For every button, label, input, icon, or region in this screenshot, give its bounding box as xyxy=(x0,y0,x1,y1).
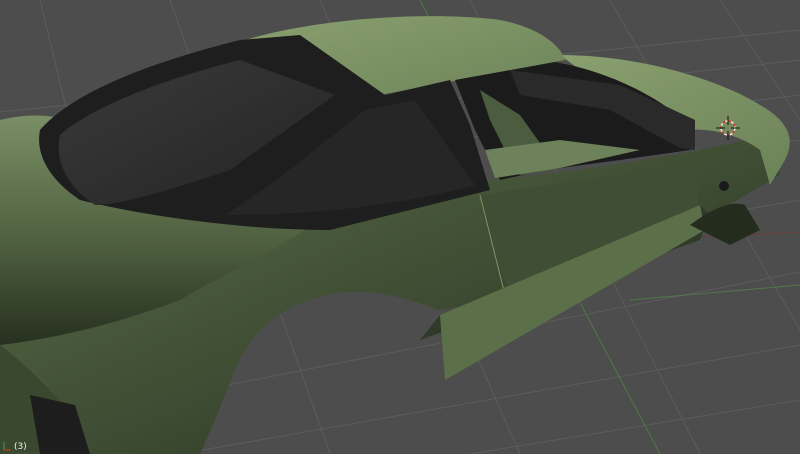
car-mesh[interactable] xyxy=(0,16,790,454)
grid-axis-z xyxy=(629,284,800,301)
3d-viewport[interactable]: (3) xyxy=(0,0,800,454)
axis-gizmo-icon xyxy=(3,442,11,451)
object-info-label: (3) xyxy=(14,442,27,452)
viewport-scene[interactable] xyxy=(0,0,800,454)
exhaust-tip xyxy=(719,181,729,191)
